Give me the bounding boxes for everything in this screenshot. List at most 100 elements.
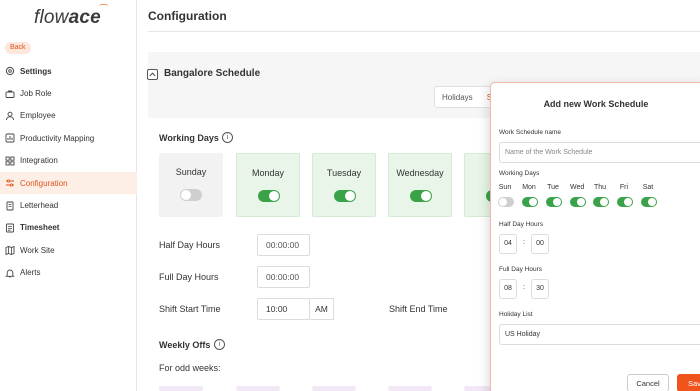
- sidebar-item-label: Job Role: [20, 89, 52, 99]
- modal-day-label: Wed: [570, 184, 585, 191]
- shift-end-label: Shift End Time: [389, 304, 448, 314]
- sidebar-item-work-site[interactable]: Work Site: [0, 239, 137, 261]
- sidebar-item-label: Work Site: [20, 245, 55, 255]
- sidebar-item-label: Integration: [20, 156, 58, 166]
- odd-week-day-card[interactable]: [236, 386, 280, 391]
- modal-day-label: Sat: [642, 184, 654, 191]
- title-divider: [148, 31, 700, 32]
- sidebar-item-alerts[interactable]: Alerts: [0, 262, 137, 284]
- add-work-schedule-modal: Add new Work Schedule Work Schedule name…: [490, 82, 700, 391]
- day-card-wednesday: Wednesday: [388, 153, 452, 217]
- modal-day-toggle-mon[interactable]: [522, 197, 538, 207]
- time-separator: :: [523, 239, 525, 246]
- day-name: Wednesday: [396, 168, 444, 178]
- holiday-list-select[interactable]: US Holiday: [499, 324, 700, 345]
- schedule-title: Bangalore Schedule: [164, 68, 261, 79]
- day-card-monday: Monday: [236, 153, 300, 217]
- flowace-logo: flowace ⁀: [34, 5, 108, 28]
- odd-weeks-label: For odd weeks:: [159, 363, 221, 373]
- modal-day-label: Fri: [619, 184, 629, 191]
- odd-week-day-card[interactable]: [388, 386, 432, 391]
- weekly-offs-label: Weekly Offs: [159, 340, 211, 350]
- day-name: Sunday: [175, 167, 207, 177]
- map-icon: [5, 245, 15, 256]
- sidebar-item-settings[interactable]: Settings: [0, 60, 137, 82]
- sidebar-item-label: Productivity Mapping: [20, 133, 95, 143]
- sidebar-item-label: Alerts: [20, 268, 41, 278]
- sidebar-item-job-role[interactable]: Job Role: [0, 82, 137, 104]
- full-day-label: Full Day Hours: [159, 272, 219, 282]
- sidebar-item-employee[interactable]: Employee: [0, 105, 137, 127]
- working-days-label: Working Days: [159, 133, 219, 143]
- modal-day-label: Tue: [547, 184, 559, 191]
- back-button[interactable]: Back: [5, 42, 31, 54]
- holiday-list-label: Holiday List: [499, 311, 533, 318]
- full-day-hours-input[interactable]: 08: [499, 279, 517, 299]
- day-toggle[interactable]: [180, 189, 202, 201]
- briefcase-icon: [5, 89, 15, 99]
- day-toggle[interactable]: [334, 190, 356, 202]
- page-title: Configuration: [148, 9, 227, 23]
- gear-icon: [5, 66, 15, 76]
- odd-week-day-card[interactable]: [312, 386, 356, 391]
- modal-day-toggle-tue[interactable]: [546, 197, 562, 207]
- modal-day-label: Mon: [522, 184, 536, 191]
- sidebar-item-label: Settings: [20, 66, 52, 76]
- modal-title: Add new Work Schedule: [543, 99, 649, 109]
- full-day-input[interactable]: 00:00:00: [257, 266, 310, 288]
- modal-half-day-label: Half Day Hours: [499, 221, 544, 228]
- sidebar-item-label: Letterhead: [20, 201, 59, 211]
- day-card-tuesday: Tuesday: [312, 153, 376, 217]
- grid-icon: [5, 156, 15, 166]
- document-icon: [5, 201, 15, 211]
- time-separator: :: [523, 284, 525, 291]
- full-day-minutes-input[interactable]: 30: [531, 279, 549, 299]
- modal-day-toggle-fri[interactable]: [617, 197, 633, 207]
- sidebar-nav: Settings Job Role Employee Productivity …: [0, 60, 137, 284]
- shift-start-ampm[interactable]: AM: [310, 298, 334, 320]
- modal-day-toggle-thu[interactable]: [593, 197, 609, 207]
- sidebar-item-label: Employee: [20, 111, 56, 121]
- schedule-tabs: Holidays S: [434, 86, 498, 108]
- chart-icon: [5, 133, 15, 143]
- day-name: Monday: [251, 168, 285, 178]
- cancel-button[interactable]: Cancel: [627, 374, 669, 391]
- modal-day-label: Thu: [593, 184, 607, 191]
- modal-day-toggle-sat[interactable]: [641, 197, 657, 207]
- sliders-icon: [5, 178, 15, 188]
- person-icon: [5, 111, 15, 121]
- modal-day-label: Sun: [498, 184, 512, 191]
- info-icon[interactable]: i: [214, 339, 225, 350]
- sidebar-item-label: Timesheet: [20, 223, 60, 233]
- sidebar: flowace ⁀ Back Settings Job Role Employee…: [0, 0, 137, 391]
- bell-icon: [5, 268, 15, 278]
- tab-holidays[interactable]: Holidays: [435, 93, 480, 102]
- clock-icon: [5, 223, 15, 233]
- day-card-sunday: Sunday: [159, 153, 223, 217]
- sidebar-item-configuration[interactable]: Configuration: [0, 171, 137, 195]
- chevron-up-icon: [149, 72, 156, 77]
- sidebar-item-integration[interactable]: Integration: [0, 150, 137, 172]
- sidebar-item-label: Configuration: [20, 178, 68, 188]
- half-day-minutes-input[interactable]: 00: [531, 234, 549, 254]
- info-icon[interactable]: i: [222, 132, 233, 143]
- schedule-name-label: Work Schedule name: [499, 129, 562, 136]
- modal-day-toggle-sun[interactable]: [498, 197, 514, 207]
- schedule-name-input[interactable]: Name of the Work Schedule: [499, 142, 700, 163]
- sidebar-item-productivity-mapping[interactable]: Productivity Mapping: [0, 127, 137, 149]
- half-day-hours-input[interactable]: 04: [499, 234, 517, 254]
- odd-week-day-card[interactable]: [159, 386, 203, 391]
- sidebar-item-letterhead[interactable]: Letterhead: [0, 194, 137, 216]
- sidebar-item-timesheet[interactable]: Timesheet: [0, 217, 137, 239]
- save-button[interactable]: Sav: [677, 374, 700, 391]
- shift-start-label: Shift Start Time: [159, 304, 221, 314]
- half-day-label: Half Day Hours: [159, 240, 221, 250]
- modal-day-toggle-wed[interactable]: [570, 197, 586, 207]
- collapse-button[interactable]: [147, 69, 158, 80]
- half-day-input[interactable]: 00:00:00: [257, 234, 310, 256]
- modal-full-day-label: Full Day Hours: [499, 266, 542, 273]
- shift-start-input[interactable]: 10:00: [257, 298, 310, 320]
- day-name: Tuesday: [326, 168, 362, 178]
- day-toggle[interactable]: [258, 190, 280, 202]
- day-toggle[interactable]: [410, 190, 432, 202]
